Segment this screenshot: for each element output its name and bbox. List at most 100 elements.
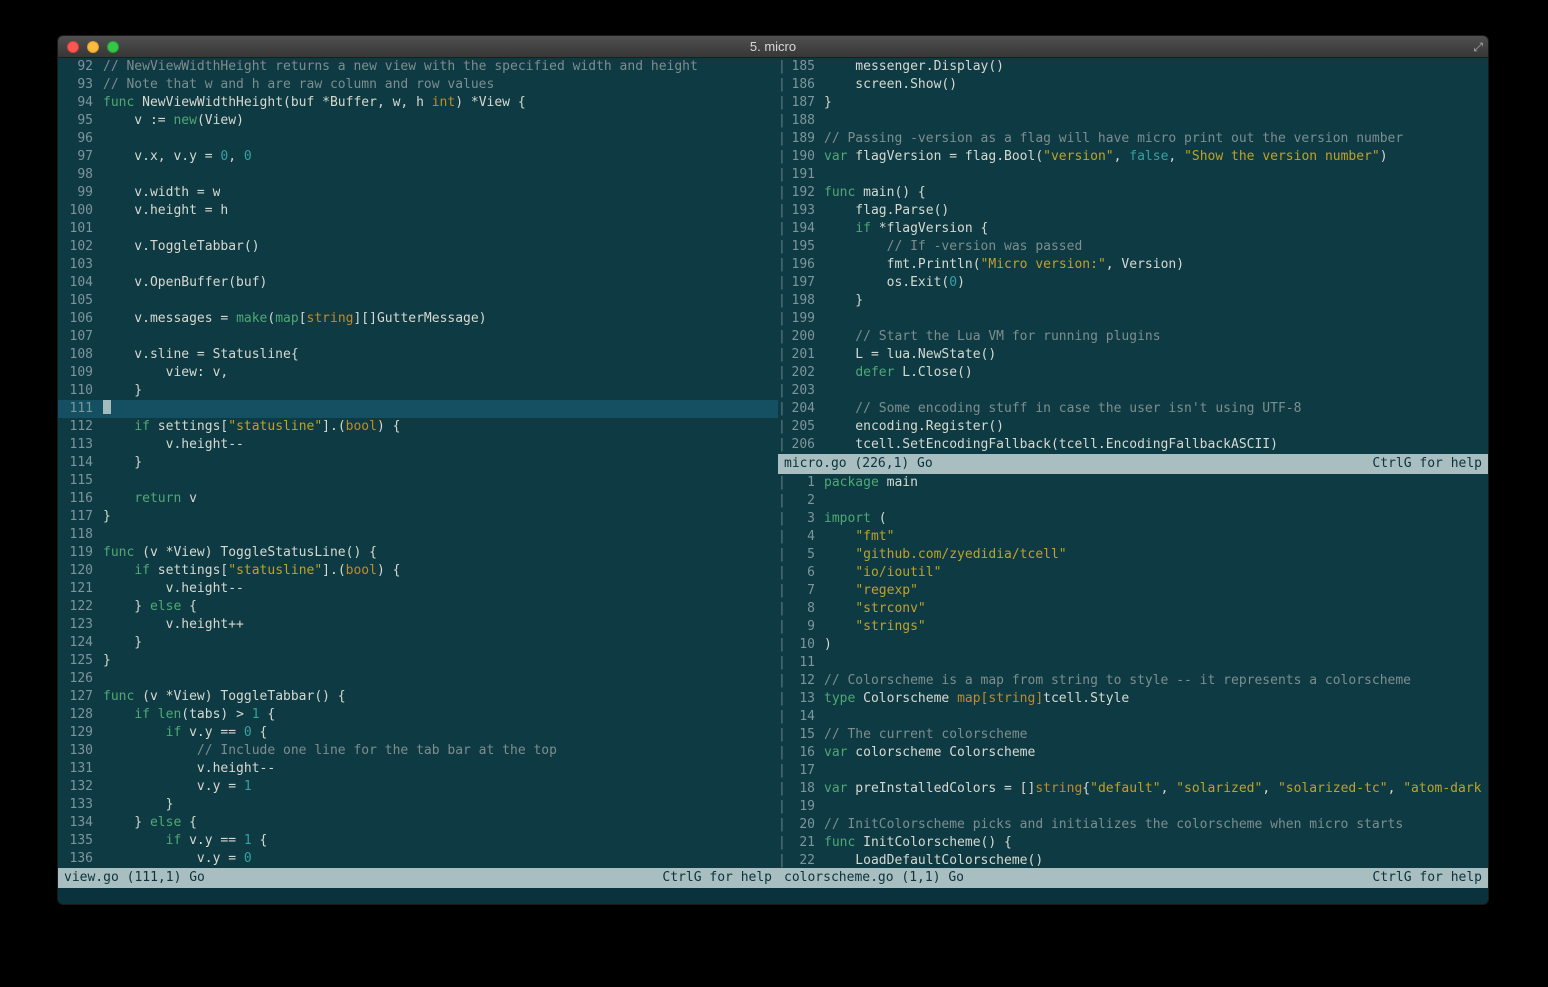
code-line[interactable]: 100 v.height = h	[58, 202, 778, 220]
code-line[interactable]: |193 flag.Parse()	[778, 202, 1488, 220]
code-line[interactable]: |11	[778, 654, 1488, 672]
code-line[interactable]: |20// InitColorscheme picks and initiali…	[778, 816, 1488, 834]
code-line[interactable]: |16var colorscheme Colorscheme	[778, 744, 1488, 762]
code-line[interactable]: |200 // Start the Lua VM for running plu…	[778, 328, 1488, 346]
code-line[interactable]: |18var preInstalledColors = []string{"de…	[778, 780, 1488, 798]
code-line[interactable]: |186 screen.Show()	[778, 76, 1488, 94]
micro-editor: 92// NewViewWidthHeight returns a new vi…	[58, 58, 1488, 904]
code-line[interactable]: 109 view: v,	[58, 364, 778, 382]
code-line[interactable]: 130 // Include one line for the tab bar …	[58, 742, 778, 760]
code-line[interactable]: 94func NewViewWidthHeight(buf *Buffer, w…	[58, 94, 778, 112]
code-line[interactable]: 96	[58, 130, 778, 148]
code-line[interactable]: 113 v.height--	[58, 436, 778, 454]
code-line[interactable]: 125}	[58, 652, 778, 670]
code-line[interactable]: |195 // If -version was passed	[778, 238, 1488, 256]
code-line[interactable]: 133 }	[58, 796, 778, 814]
code-line[interactable]: 105	[58, 292, 778, 310]
code-line[interactable]: |1package main	[778, 474, 1488, 492]
code-line[interactable]: 107	[58, 328, 778, 346]
code-line[interactable]: |13type Colorscheme map[string]tcell.Sty…	[778, 690, 1488, 708]
code-line[interactable]: |5 "github.com/zyedidia/tcell"	[778, 546, 1488, 564]
code-line[interactable]: |191	[778, 166, 1488, 184]
code-line[interactable]: |190var flagVersion = flag.Bool("version…	[778, 148, 1488, 166]
code-line[interactable]: 127func (v *View) ToggleTabbar() {	[58, 688, 778, 706]
colorscheme-go-code-area[interactable]: |1package main|2|3import (|4 "fmt"|5 "gi…	[778, 474, 1488, 868]
title-bar[interactable]: 5. micro ⤢	[58, 36, 1488, 58]
code-line[interactable]: |202 defer L.Close()	[778, 364, 1488, 382]
code-line[interactable]: |4 "fmt"	[778, 528, 1488, 546]
zoom-button[interactable]	[107, 41, 119, 53]
code-line[interactable]: 136 v.y = 0	[58, 850, 778, 868]
code-line[interactable]: |12// Colorscheme is a map from string t…	[778, 672, 1488, 690]
code-line[interactable]: 119func (v *View) ToggleStatusLine() {	[58, 544, 778, 562]
code-line[interactable]: 124 }	[58, 634, 778, 652]
code-line[interactable]: 123 v.height++	[58, 616, 778, 634]
code-line[interactable]: 103	[58, 256, 778, 274]
code-line[interactable]: |201 L = lua.NewState()	[778, 346, 1488, 364]
code-line[interactable]: 97 v.x, v.y = 0, 0	[58, 148, 778, 166]
code-line[interactable]: 98	[58, 166, 778, 184]
code-line[interactable]: 93// Note that w and h are raw column an…	[58, 76, 778, 94]
code-line[interactable]: |2	[778, 492, 1488, 510]
code-line[interactable]: |185 messenger.Display()	[778, 58, 1488, 76]
code-line[interactable]: |22 LoadDefaultColorscheme()	[778, 852, 1488, 868]
code-line[interactable]: |6 "io/ioutil"	[778, 564, 1488, 582]
code-line[interactable]: 118	[58, 526, 778, 544]
code-line[interactable]: 99 v.width = w	[58, 184, 778, 202]
code-line[interactable]: 106 v.messages = make(map[string][]Gutte…	[58, 310, 778, 328]
code-line[interactable]: |14	[778, 708, 1488, 726]
code-line[interactable]: 115	[58, 472, 778, 490]
code-line[interactable]: |199	[778, 310, 1488, 328]
micro-go-code-area[interactable]: |185 messenger.Display()|186 screen.Show…	[778, 58, 1488, 454]
code-line[interactable]: |196 fmt.Println("Micro version:", Versi…	[778, 256, 1488, 274]
code-line[interactable]: |204 // Some encoding stuff in case the …	[778, 400, 1488, 418]
code-line[interactable]: |203	[778, 382, 1488, 400]
code-line[interactable]: |17	[778, 762, 1488, 780]
code-line[interactable]: 114 }	[58, 454, 778, 472]
code-line[interactable]: |206 tcell.SetEncodingFallback(tcell.Enc…	[778, 436, 1488, 454]
close-button[interactable]	[67, 41, 79, 53]
code-line[interactable]: 92// NewViewWidthHeight returns a new vi…	[58, 58, 778, 76]
code-line[interactable]: 129 if v.y == 0 {	[58, 724, 778, 742]
code-line[interactable]: 120 if settings["statusline"].(bool) {	[58, 562, 778, 580]
code-line[interactable]: 104 v.OpenBuffer(buf)	[58, 274, 778, 292]
code-line[interactable]: |21func InitColorscheme() {	[778, 834, 1488, 852]
code-line[interactable]: |194 if *flagVersion {	[778, 220, 1488, 238]
code-line[interactable]: |187}	[778, 94, 1488, 112]
code-line[interactable]: |19	[778, 798, 1488, 816]
minimize-button[interactable]	[87, 41, 99, 53]
code-line[interactable]: |8 "strconv"	[778, 600, 1488, 618]
code-line[interactable]: 121 v.height--	[58, 580, 778, 598]
code-line[interactable]: 131 v.height--	[58, 760, 778, 778]
code-line[interactable]: 101	[58, 220, 778, 238]
code-line[interactable]: 135 if v.y == 1 {	[58, 832, 778, 850]
code-line[interactable]: 108 v.sline = Statusline{	[58, 346, 778, 364]
code-line[interactable]: |197 os.Exit(0)	[778, 274, 1488, 292]
code-line[interactable]: 111	[58, 400, 778, 418]
code-line[interactable]: 126	[58, 670, 778, 688]
code-line[interactable]: 112 if settings["statusline"].(bool) {	[58, 418, 778, 436]
view-go-code-area[interactable]: 92// NewViewWidthHeight returns a new vi…	[58, 58, 778, 868]
code-line[interactable]: |188	[778, 112, 1488, 130]
code-line[interactable]: 116 return v	[58, 490, 778, 508]
code-line[interactable]: |10)	[778, 636, 1488, 654]
code-line[interactable]: |189// Passing -version as a flag will h…	[778, 130, 1488, 148]
code-line[interactable]: |15// The current colorscheme	[778, 726, 1488, 744]
code-line[interactable]: 102 v.ToggleTabbar()	[58, 238, 778, 256]
code-line[interactable]: 117}	[58, 508, 778, 526]
code-line[interactable]: |3import (	[778, 510, 1488, 528]
line-number: 125	[63, 652, 93, 670]
code-line[interactable]: |205 encoding.Register()	[778, 418, 1488, 436]
code-line[interactable]: |192func main() {	[778, 184, 1488, 202]
code-line[interactable]: |9 "strings"	[778, 618, 1488, 636]
code-line[interactable]: |7 "regexp"	[778, 582, 1488, 600]
code-line[interactable]: 95 v := new(View)	[58, 112, 778, 130]
code-line[interactable]: 128 if len(tabs) > 1 {	[58, 706, 778, 724]
code-line[interactable]: 110 }	[58, 382, 778, 400]
resize-icon[interactable]: ⤢	[1473, 38, 1483, 56]
code-line[interactable]: 132 v.y = 1	[58, 778, 778, 796]
code-line[interactable]: 134 } else {	[58, 814, 778, 832]
code-line[interactable]: |198 }	[778, 292, 1488, 310]
code-line[interactable]: 122 } else {	[58, 598, 778, 616]
code-text: v.sline = Statusline{	[103, 346, 299, 364]
